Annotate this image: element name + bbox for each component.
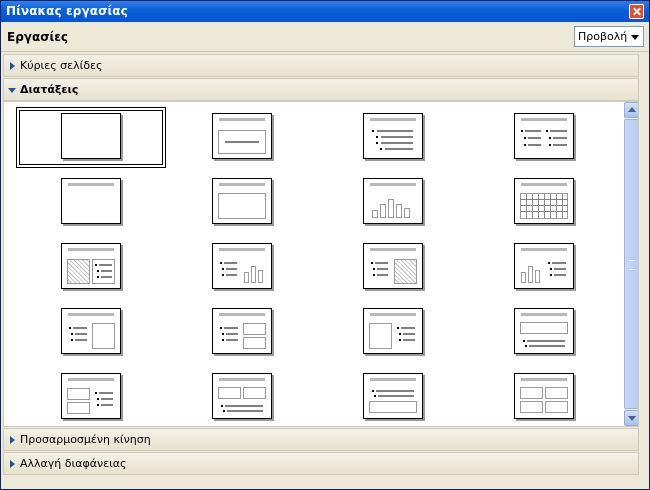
layout-text-object[interactable] [61, 308, 121, 354]
layout-title-slide[interactable] [212, 113, 272, 159]
scroll-thumb[interactable] [624, 119, 638, 409]
section-label: Κύριες σελίδες [20, 59, 103, 72]
expand-arrow-icon [10, 436, 15, 444]
section-master-pages[interactable]: Κύριες σελίδες [3, 54, 639, 77]
layout-object-text[interactable] [363, 308, 423, 354]
view-dropdown[interactable]: Προβολή [574, 26, 644, 47]
section-layouts[interactable]: Διατάξεις [3, 78, 639, 101]
layout-4-objects[interactable] [514, 373, 574, 419]
window-title: Πίνακας εργασίας [6, 4, 128, 18]
expand-arrow-icon [10, 460, 15, 468]
layout-object-over-text[interactable] [514, 308, 574, 354]
collapse-arrow-icon [8, 88, 16, 93]
section-slide-transition[interactable]: Αλλαγή διαφάνειας [3, 452, 639, 475]
layout-text-over-object[interactable] [363, 373, 423, 419]
layout-title-only[interactable] [61, 178, 121, 224]
layouts-panel [3, 101, 639, 427]
layout-text-2-objects[interactable] [212, 308, 272, 354]
view-dropdown-label: Προβολή [578, 30, 628, 43]
scroll-down-icon[interactable] [624, 410, 638, 426]
expand-arrow-icon [10, 62, 15, 70]
layout-title-chart[interactable] [363, 178, 423, 224]
layout-text-chart[interactable] [212, 243, 272, 289]
layout-2-objects-text[interactable] [61, 373, 121, 419]
layout-clipart-text[interactable] [61, 243, 121, 289]
layout-blank[interactable] [61, 113, 121, 159]
layout-title-content[interactable] [363, 113, 423, 159]
task-pane-title: Εργασίες [7, 30, 69, 44]
section-label: Αλλαγή διαφάνειας [20, 457, 127, 470]
layout-2-objects-over-text[interactable] [212, 373, 272, 419]
vertical-scrollbar[interactable] [624, 102, 638, 426]
section-label: Προσαρμοσμένη κίνηση [20, 433, 151, 446]
title-bar: Πίνακας εργασίας [1, 1, 649, 22]
chevron-down-icon [631, 35, 639, 40]
section-label: Διατάξεις [20, 83, 79, 96]
layout-chart-text[interactable] [514, 243, 574, 289]
close-icon[interactable] [629, 4, 644, 19]
task-pane-window: Πίνακας εργασίας Εργασίες Προβολή Κύριες… [0, 0, 650, 490]
layout-text-clipart[interactable] [363, 243, 423, 289]
scroll-up-icon[interactable] [624, 102, 638, 118]
layout-title-object[interactable] [212, 178, 272, 224]
task-pane-toolbar: Εργασίες Προβολή [1, 23, 649, 52]
section-custom-animation[interactable]: Προσαρμοσμένη κίνηση [3, 428, 639, 451]
layout-title-2-columns[interactable] [514, 113, 574, 159]
layout-title-table[interactable] [514, 178, 574, 224]
